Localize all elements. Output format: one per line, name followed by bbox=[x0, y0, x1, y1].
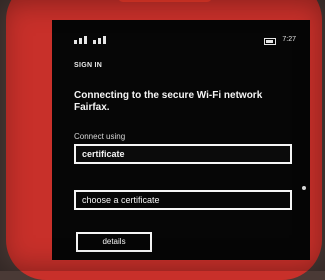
status-time: 7:27 bbox=[282, 36, 296, 43]
phone-body: 7:27 SIGN IN Connecting to the secure Wi… bbox=[6, 0, 322, 280]
side-indicator bbox=[302, 186, 306, 190]
earpiece-speaker bbox=[118, 0, 212, 2]
connection-message: Connecting to the secure Wi-Fi network F… bbox=[74, 90, 263, 113]
battery-icon bbox=[264, 38, 276, 45]
signal-bars-icon bbox=[74, 36, 106, 44]
certificate-select[interactable]: choose a certificate bbox=[74, 190, 292, 210]
page-title: SIGN IN bbox=[74, 62, 103, 69]
phone-screen: 7:27 SIGN IN Connecting to the secure Wi… bbox=[52, 20, 310, 260]
status-bar: 7:27 bbox=[74, 36, 296, 48]
connect-using-select[interactable]: certificate bbox=[74, 144, 292, 164]
details-button[interactable]: details bbox=[76, 232, 152, 252]
connect-using-label: Connect using bbox=[74, 132, 126, 141]
